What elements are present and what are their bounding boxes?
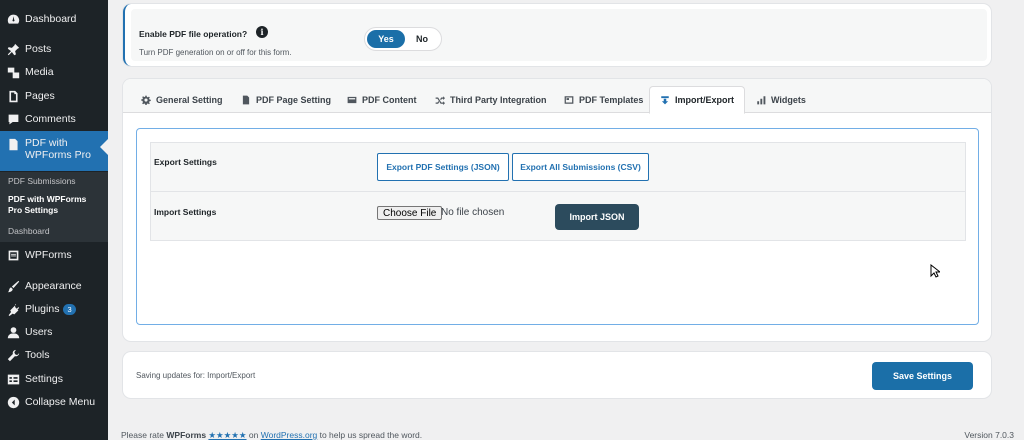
choose-file-button[interactable]: Choose File — [377, 206, 443, 220]
wp-version: Version 7.0.3 — [964, 430, 1014, 440]
sidebar-item-wpforms[interactable]: WPForms — [0, 244, 108, 266]
footer-wordpress-link[interactable]: WordPress.org — [261, 430, 318, 440]
sidebar-item-media[interactable]: Media — [0, 61, 108, 83]
import-export-panel: Export Settings Export PDF Settings (JSO… — [136, 128, 979, 325]
sidebar-item-comments[interactable]: Comments — [0, 108, 108, 130]
tab-pdf-page-setting[interactable]: PDF Page Setting — [241, 87, 331, 113]
pdf-operation-toggle: Yes No — [364, 27, 442, 51]
settings-icon — [6, 372, 20, 386]
plugins-update-badge: 3 — [63, 303, 76, 315]
saving-updates-text: Saving updates for: Import/Export — [136, 371, 256, 380]
sidebar-item-label: Media — [25, 66, 54, 78]
brush-icon — [6, 279, 20, 293]
file-status-text: No file chosen — [441, 207, 505, 218]
import-export-icon — [660, 95, 670, 105]
import-export-table: Export Settings Export PDF Settings (JSO… — [150, 142, 966, 241]
sidebar-item-tools[interactable]: Tools — [0, 344, 108, 366]
sidebar-item-label: WPForms — [25, 249, 72, 261]
wrench-icon — [6, 348, 20, 362]
sidebar-item-dashboard[interactable]: Dashboard — [0, 8, 108, 30]
user-icon — [6, 325, 20, 339]
sidebar-submenu: PDF Submissions PDF with WPForms Pro Set… — [0, 172, 108, 242]
tab-import-export[interactable]: Import/Export — [649, 86, 746, 114]
sidebar-item-posts[interactable]: Posts — [0, 38, 108, 60]
tab-widgets[interactable]: Widgets — [756, 87, 806, 113]
tab-label: PDF Page Setting — [256, 95, 332, 105]
footer-on: on — [246, 430, 261, 440]
tab-general-setting[interactable]: General Setting — [141, 87, 223, 113]
tab-label: General Setting — [156, 95, 223, 105]
sidebar-item-label: Comments — [25, 113, 76, 125]
media-icon — [6, 65, 20, 79]
pdf-operation-inner: Enable PDF file operation? i Turn PDF ge… — [131, 9, 987, 61]
admin-sidebar: Dashboard Posts Media Pages Comments PDF… — [0, 0, 108, 440]
comment-icon — [6, 112, 20, 126]
document-icon — [6, 137, 20, 151]
gear-icon — [141, 95, 151, 105]
content-icon — [347, 95, 357, 105]
sidebar-item-label: Users — [25, 326, 53, 338]
sidebar-collapse-menu[interactable]: Collapse Menu — [0, 391, 108, 413]
tab-pdf-content[interactable]: PDF Content — [347, 87, 417, 113]
toggle-no-button[interactable]: No — [405, 30, 439, 48]
sidebar-item-settings[interactable]: Settings — [0, 368, 108, 390]
page-setting-icon — [241, 95, 251, 105]
export-settings-label: Export Settings — [154, 157, 217, 167]
footer-brand: WPForms — [166, 430, 207, 440]
pdf-operation-title: Enable PDF file operation? — [139, 29, 248, 39]
footer-stars-link[interactable]: ★★★★★ — [208, 430, 246, 440]
row-divider — [151, 191, 965, 192]
collapse-icon — [6, 395, 20, 409]
save-card: Saving updates for: Import/Export Save S… — [123, 352, 991, 398]
shuffle-icon — [435, 95, 445, 105]
sidebar-item-pages[interactable]: Pages — [0, 85, 108, 107]
sidebar-item-label: Plugins — [25, 303, 60, 315]
settings-tabbar: General Setting PDF Page Setting PDF Con… — [123, 79, 991, 114]
sidebar-item-label: Settings — [25, 373, 63, 385]
sidebar-item-label: PDF with WPForms Pro — [25, 137, 91, 161]
footer-rating-text: Please rate WPForms ★★★★★ on WordPress.o… — [121, 430, 422, 440]
sidebar-item-plugins[interactable]: Plugins 3 — [0, 298, 108, 320]
footer-suffix: to help us spread the word. — [317, 430, 423, 440]
export-csv-button[interactable]: Export All Submissions (CSV) — [512, 153, 649, 181]
export-json-button[interactable]: Export PDF Settings (JSON) — [377, 153, 509, 181]
pdf-operation-description: Turn PDF generation on or off for this f… — [139, 48, 292, 57]
wpforms-icon — [6, 248, 20, 262]
tab-label: Import/Export — [675, 95, 735, 105]
pdf-operation-card: Enable PDF file operation? i Turn PDF ge… — [123, 4, 991, 66]
tab-label: Third Party Integration — [450, 95, 547, 105]
settings-card: General Setting PDF Page Setting PDF Con… — [123, 79, 991, 341]
save-settings-button[interactable]: Save Settings — [872, 362, 973, 390]
submenu-item-pdf-submissions[interactable]: PDF Submissions — [8, 176, 76, 187]
submenu-item-dashboard[interactable]: Dashboard — [8, 226, 50, 237]
info-icon[interactable]: i — [256, 26, 268, 38]
tab-label: PDF Templates — [579, 95, 644, 105]
tab-pdf-templates[interactable]: PDF Templates — [564, 87, 643, 113]
footer-prefix: Please rate — [121, 430, 167, 440]
active-menu-arrow — [100, 139, 108, 155]
submenu-item-pdf-settings[interactable]: PDF with WPForms Pro Settings — [8, 194, 96, 216]
toggle-yes-button[interactable]: Yes — [367, 30, 405, 48]
pin-icon — [6, 42, 20, 56]
import-json-button[interactable]: Import JSON — [555, 204, 639, 230]
mouse-cursor-icon — [930, 263, 942, 281]
import-settings-label: Import Settings — [154, 207, 217, 217]
sidebar-item-label: Appearance — [25, 280, 82, 292]
sidebar-item-appearance[interactable]: Appearance — [0, 275, 108, 297]
sidebar-item-label: Dashboard — [25, 13, 77, 25]
sidebar-item-users[interactable]: Users — [0, 321, 108, 343]
template-icon — [564, 95, 574, 105]
bar-chart-icon — [756, 95, 766, 105]
dashboard-icon — [6, 12, 20, 26]
sidebar-item-label: Tools — [25, 349, 50, 361]
sidebar-item-label: Pages — [25, 90, 55, 102]
sidebar-item-label: Posts — [25, 43, 52, 55]
plugin-icon — [6, 302, 20, 316]
sidebar-item-label: Collapse Menu — [25, 396, 96, 408]
tab-label: Widgets — [771, 95, 806, 105]
sidebar-item-pdf-with-wpforms-pro[interactable]: PDF with WPForms Pro — [0, 131, 108, 171]
tab-third-party-integration[interactable]: Third Party Integration — [435, 87, 547, 113]
page-icon — [6, 89, 20, 103]
tab-label: PDF Content — [362, 95, 417, 105]
